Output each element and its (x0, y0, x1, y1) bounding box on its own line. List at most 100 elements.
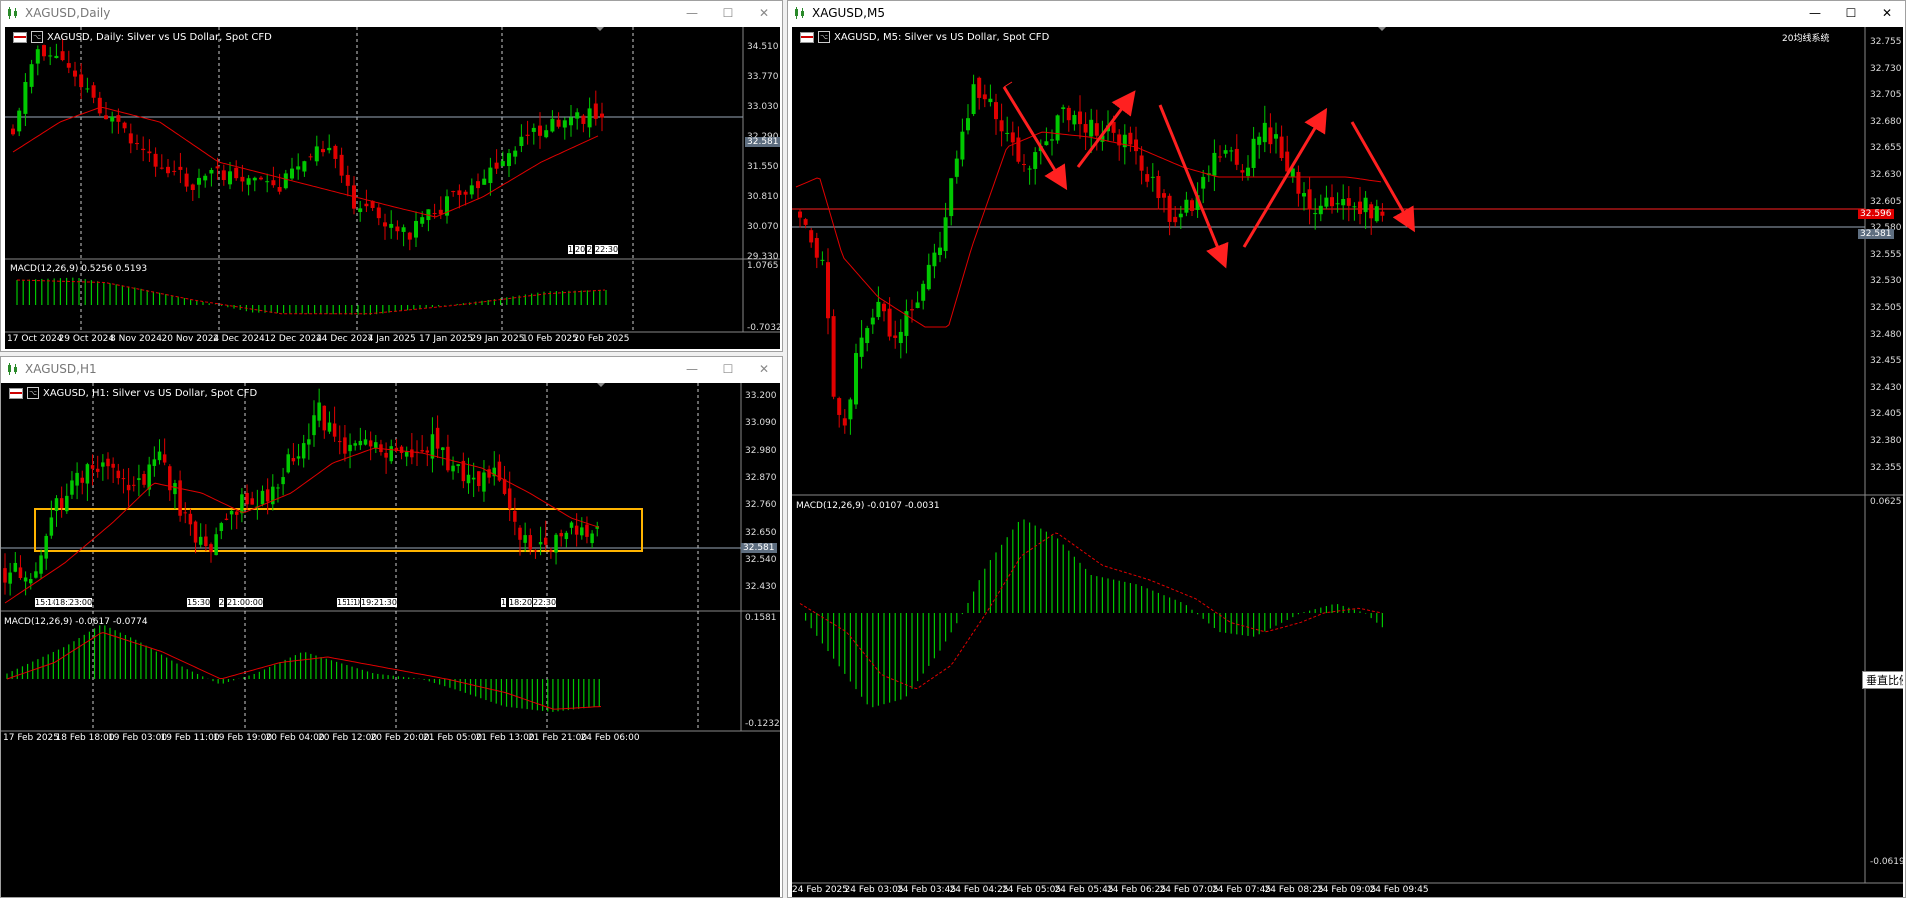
m5-date-tick: 24 Feb 2025 (792, 885, 849, 895)
minimize-button[interactable]: — (1797, 1, 1833, 25)
daily-chart-area[interactable]: ⌥ XAGUSD, Daily: Silver vs US Dollar, Spo… (5, 27, 780, 349)
candle-body (85, 88, 90, 90)
candle-body (471, 477, 476, 480)
maximize-button[interactable]: ☐ (1833, 1, 1869, 25)
close-button[interactable]: ✕ (1869, 1, 1905, 25)
candle-body (23, 577, 28, 582)
shift-marker-icon (596, 27, 604, 31)
h1-session-marker: 1 (353, 598, 359, 607)
candle-body (240, 494, 244, 514)
candle-body (322, 405, 327, 431)
candle-body (283, 173, 288, 189)
h1-session-marker: 1 (47, 598, 53, 607)
daily-session-marker: 22:30 (595, 245, 619, 254)
candle-body (882, 303, 886, 312)
candle-body (235, 511, 239, 515)
m5-chart-area[interactable]: ⌥ XAGUSD, M5: Silver vs US Dollar, Spot C… (792, 27, 1903, 897)
candle-body (80, 477, 84, 483)
candle-body (1363, 197, 1368, 213)
minimize-button[interactable]: — (674, 1, 710, 25)
h1-chart-area[interactable]: ⌥ XAGUSD, H1: Silver vs US Dollar, Spot C… (1, 383, 780, 897)
candle-body (312, 415, 316, 436)
candle-body (550, 118, 555, 132)
candle-body (831, 316, 836, 397)
m5-price-tick: 32.705 (1870, 90, 1902, 101)
m5-price-tick: 32.430 (1870, 382, 1902, 393)
maximize-button[interactable]: ☐ (710, 1, 746, 25)
candle-body (960, 131, 965, 160)
daily-macd-label: MACD(12,26,9) 0.5256 0.5193 (10, 264, 148, 274)
candle-body (3, 568, 7, 583)
candle-body (898, 331, 903, 344)
close-button[interactable]: ✕ (746, 1, 782, 25)
close-button[interactable]: ✕ (746, 357, 782, 381)
vertical-scale-button[interactable]: 垂直比例 (1862, 671, 1903, 689)
candle-body (971, 84, 976, 115)
candle-body (178, 166, 183, 170)
candle-body (1173, 216, 1178, 223)
candle-body (494, 162, 499, 169)
candle-body (487, 469, 491, 478)
candle-body (1262, 122, 1267, 143)
maximize-button[interactable]: ☐ (710, 357, 746, 381)
minimize-button[interactable]: — (674, 357, 710, 381)
m5-macd-label: MACD(12,26,9) -0.0107 -0.0031 (796, 501, 940, 511)
candle-body (544, 537, 548, 545)
candle-body (507, 488, 512, 509)
m5-current-price: 32.581 (1858, 229, 1894, 239)
m5-chart-window[interactable]: XAGUSD,M5 — ☐ ✕ ⌥ XAGUSD, M5: Silver vs U… (787, 0, 1906, 898)
candle-body (42, 45, 46, 57)
candle-body (870, 317, 875, 325)
m5-price-tick: 32.680 (1870, 116, 1902, 127)
candle-body (296, 166, 301, 170)
candle-body (1033, 152, 1038, 169)
candle-body (569, 117, 573, 126)
h1-titlebar[interactable]: XAGUSD,H1 — ☐ ✕ (1, 357, 782, 381)
m5-price-tick: 32.355 (1870, 462, 1902, 473)
m5-titlebar[interactable]: XAGUSD,M5 — ☐ ✕ (788, 1, 1905, 25)
daily-titlebar[interactable]: XAGUSD,Daily — ☐ ✕ (1, 1, 782, 25)
candle-body (1374, 206, 1379, 222)
candle-body (307, 439, 311, 445)
h1-price-tick: 32.650 (745, 527, 777, 538)
candle-body (1044, 141, 1049, 146)
candle-body (1352, 206, 1357, 208)
candle-body (1285, 151, 1290, 172)
candle-body (259, 177, 263, 180)
daily-price-tick: 30.070 (747, 222, 779, 232)
h1-symbol-header: XAGUSD, H1: Silver vs US Dollar, Spot CF… (43, 387, 258, 399)
candle-body (229, 510, 234, 515)
candle-body (451, 191, 456, 193)
h1-chart-window[interactable]: XAGUSD,H1 — ☐ ✕ ⌥ XAGUSD, H1: Silver vs U… (0, 356, 783, 898)
candle-body (184, 173, 189, 187)
candle-body (183, 512, 187, 514)
candle-body (466, 474, 471, 484)
daily-window-title: XAGUSD,Daily (25, 6, 111, 20)
candle-body (374, 442, 378, 448)
h1-session-marker: 15:30 (187, 598, 211, 607)
daily-date-tick: 8 Nov 2024 (110, 334, 162, 344)
candle-body (988, 98, 993, 103)
m5-price-tick: 32.505 (1870, 303, 1902, 313)
candle-body (876, 301, 881, 318)
candle-body (116, 470, 121, 479)
candle-body (345, 174, 350, 186)
m5-date-tick: 24 Feb 03:05 (844, 885, 904, 895)
candle-body (327, 422, 332, 432)
candle-body (142, 474, 146, 485)
daily-symbol-header: XAGUSD, Daily: Silver vs US Dollar, Spot… (47, 31, 272, 43)
flag-icon (800, 31, 814, 43)
h1-price-tick: 33.090 (745, 418, 777, 429)
daily-chart-window[interactable]: XAGUSD,Daily — ☐ ✕ ⌥ XAGUSD, Daily: Silve… (0, 0, 783, 352)
m5-ask-price: 32.596 (1858, 209, 1894, 219)
candle-body (39, 555, 43, 574)
candle-body (214, 534, 218, 556)
candle-body (116, 115, 121, 122)
candle-body (1190, 200, 1194, 211)
candle-body (198, 536, 203, 545)
candle-body (1318, 205, 1323, 215)
candle-body (135, 143, 139, 145)
candle-body (271, 180, 276, 186)
candle-body (240, 176, 245, 182)
candle-body (1078, 111, 1082, 125)
